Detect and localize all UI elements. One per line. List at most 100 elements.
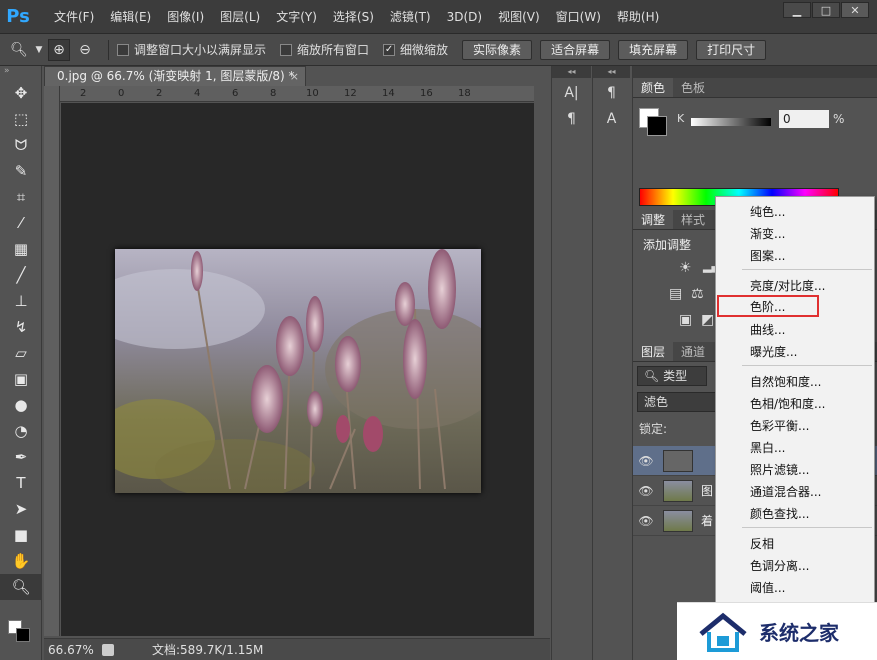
color-swatches[interactable]	[8, 620, 34, 650]
zoom-level[interactable]: 66.67%	[44, 643, 96, 657]
menu-item-black-white[interactable]: 黑白...	[750, 439, 785, 456]
menu-filter[interactable]: 滤镜(T)	[382, 0, 439, 34]
menu-item-posterize[interactable]: 色调分离...	[750, 557, 809, 574]
menu-type[interactable]: 文字(Y)	[268, 0, 325, 34]
menu-help[interactable]: 帮助(H)	[609, 0, 667, 34]
menu-edit[interactable]: 编辑(E)	[102, 0, 159, 34]
collapse-icon[interactable]: ◂◂	[552, 66, 591, 78]
marquee-tool-icon[interactable]: ⬚	[0, 106, 42, 132]
tab-adjustments[interactable]: 调整	[633, 210, 674, 229]
eraser-tool-icon[interactable]: ▱	[0, 340, 42, 366]
menu-item-color-lookup[interactable]: 颜色查找...	[750, 505, 809, 522]
lasso-tool-icon[interactable]: ᗢ	[0, 132, 42, 158]
menu-item-curves[interactable]: 曲线...	[750, 321, 785, 338]
menu-file[interactable]: 文件(F)	[46, 0, 102, 34]
ruler-label: 16	[420, 88, 433, 99]
ruler-label: 18	[458, 88, 471, 99]
maximize-button[interactable]: □	[812, 2, 840, 18]
zoom-in-icon[interactable]: ⊕	[48, 38, 70, 61]
layer-filter-select[interactable]: 🔍︎ 类型	[637, 366, 707, 386]
menu-item-pattern[interactable]: 图案...	[750, 247, 785, 264]
eye-icon[interactable]: 👁	[633, 514, 659, 528]
healing-brush-tool-icon[interactable]: ▦	[0, 236, 42, 262]
type-tool-icon[interactable]: T	[0, 470, 42, 496]
paragraph-panel-icon[interactable]: ¶	[558, 108, 586, 130]
menu-view[interactable]: 视图(V)	[490, 0, 548, 34]
path-select-tool-icon[interactable]: ➤	[0, 496, 42, 522]
move-tool-icon[interactable]: ✥	[0, 80, 42, 106]
tab-color[interactable]: 颜色	[633, 78, 674, 97]
collapse-icon[interactable]: ◂◂	[593, 66, 630, 78]
toolbar-grip[interactable]: »	[0, 66, 41, 80]
menu-select[interactable]: 选择(S)	[325, 0, 382, 34]
eye-icon[interactable]: 👁	[633, 454, 659, 468]
fit-screen-button[interactable]: 适合屏幕	[540, 39, 611, 60]
panel-grip[interactable]	[633, 66, 877, 78]
document-image[interactable]	[115, 249, 481, 493]
resize-windows-checkbox[interactable]: 调整窗口大小以满屏显示	[117, 41, 266, 58]
k-slider[interactable]	[691, 118, 771, 126]
k-input[interactable]: 0	[779, 110, 829, 128]
minimize-button[interactable]: ▁	[783, 2, 811, 18]
close-button[interactable]: ✕	[841, 2, 869, 18]
dodge-tool-icon[interactable]: ◔	[0, 418, 42, 444]
paragraph-styles-icon[interactable]: ¶	[598, 82, 626, 104]
zoom-out-icon[interactable]: ⊖	[74, 39, 96, 61]
menu-item-channel-mixer[interactable]: 通道混合器...	[750, 483, 821, 500]
brightness-icon[interactable]: ☀	[679, 260, 692, 276]
menu-item-solid-color[interactable]: 纯色...	[750, 203, 785, 220]
adjustment-layer-thumb	[663, 449, 693, 472]
pen-tool-icon[interactable]: ✒	[0, 444, 42, 470]
history-brush-tool-icon[interactable]: ↯	[0, 314, 42, 340]
zoom-all-label: 缩放所有窗口	[297, 43, 370, 57]
menu-item-photo-filter[interactable]: 照片滤镜...	[750, 461, 809, 478]
menu-3d[interactable]: 3D(D)	[439, 0, 490, 34]
menu-item-vibrance[interactable]: 自然饱和度...	[750, 373, 821, 390]
character-styles-icon[interactable]: A	[598, 108, 626, 130]
tab-swatches[interactable]: 色板	[673, 78, 713, 97]
fill-screen-button[interactable]: 填充屏幕	[618, 39, 689, 60]
doc-info-icon[interactable]	[102, 643, 114, 656]
document-tab[interactable]: 0.jpg @ 66.7% (渐变映射 1, 图层蒙版/8) * ×	[44, 66, 306, 86]
scrubby-zoom-checkbox[interactable]: ✓ 细微缩放	[383, 41, 448, 58]
chevron-down-icon[interactable]: ▼	[34, 39, 44, 61]
print-size-button[interactable]: 打印尺寸	[696, 39, 767, 60]
color-balance-icon[interactable]: ⚖	[691, 286, 704, 302]
brush-tool-icon[interactable]: ╱	[0, 262, 42, 288]
blur-tool-icon[interactable]: ●	[0, 392, 42, 418]
tab-layers[interactable]: 图层	[633, 342, 674, 361]
zoom-all-checkbox[interactable]: 缩放所有窗口	[280, 41, 369, 58]
clone-stamp-tool-icon[interactable]: ⊥	[0, 288, 42, 314]
photo-filter-icon[interactable]: ▣	[679, 312, 692, 328]
eyedropper-tool-icon[interactable]: ⁄	[0, 210, 42, 236]
menu-item-gradient[interactable]: 渐变...	[750, 225, 785, 242]
close-tab-icon[interactable]: ×	[290, 67, 299, 86]
menu-item-hue-saturation[interactable]: 色相/饱和度...	[750, 395, 826, 412]
color-panel-tabs: 颜色 色板	[633, 78, 877, 98]
menu-image[interactable]: 图像(I)	[159, 0, 212, 34]
tab-channels[interactable]: 通道	[673, 342, 713, 361]
eye-icon[interactable]: 👁	[633, 484, 659, 498]
menu-layer[interactable]: 图层(L)	[212, 0, 268, 34]
menu-item-exposure[interactable]: 曝光度...	[750, 343, 797, 360]
menu-item-threshold[interactable]: 阈值...	[750, 579, 785, 596]
tab-styles[interactable]: 样式	[673, 210, 713, 229]
hue-saturation-icon[interactable]: ▤	[669, 286, 682, 302]
zoom-tool-icon[interactable]: 🔍︎	[0, 574, 42, 600]
hand-tool-icon[interactable]: ✋	[0, 548, 42, 574]
gradient-tool-icon[interactable]: ▣	[0, 366, 42, 392]
background-color[interactable]	[647, 116, 667, 136]
zoom-tool-icon[interactable]: 🔍︎	[8, 39, 30, 61]
crop-tool-icon[interactable]: ⌗	[0, 184, 42, 210]
fg-bg-swatches[interactable]	[639, 108, 669, 138]
menu-window[interactable]: 窗口(W)	[548, 0, 609, 34]
character-panel-icon[interactable]: A|	[558, 82, 586, 104]
blend-mode-select[interactable]: 滤色	[637, 392, 717, 412]
quick-select-tool-icon[interactable]: ✎	[0, 158, 42, 184]
actual-pixels-button[interactable]: 实际像素	[462, 39, 533, 60]
menu-item-invert[interactable]: 反相	[750, 535, 774, 552]
shape-tool-icon[interactable]: ■	[0, 522, 42, 548]
menu-item-brightness-contrast[interactable]: 亮度/对比度...	[750, 277, 826, 294]
invert-icon[interactable]: ◩	[701, 312, 714, 328]
menu-item-color-balance[interactable]: 色彩平衡...	[750, 417, 809, 434]
